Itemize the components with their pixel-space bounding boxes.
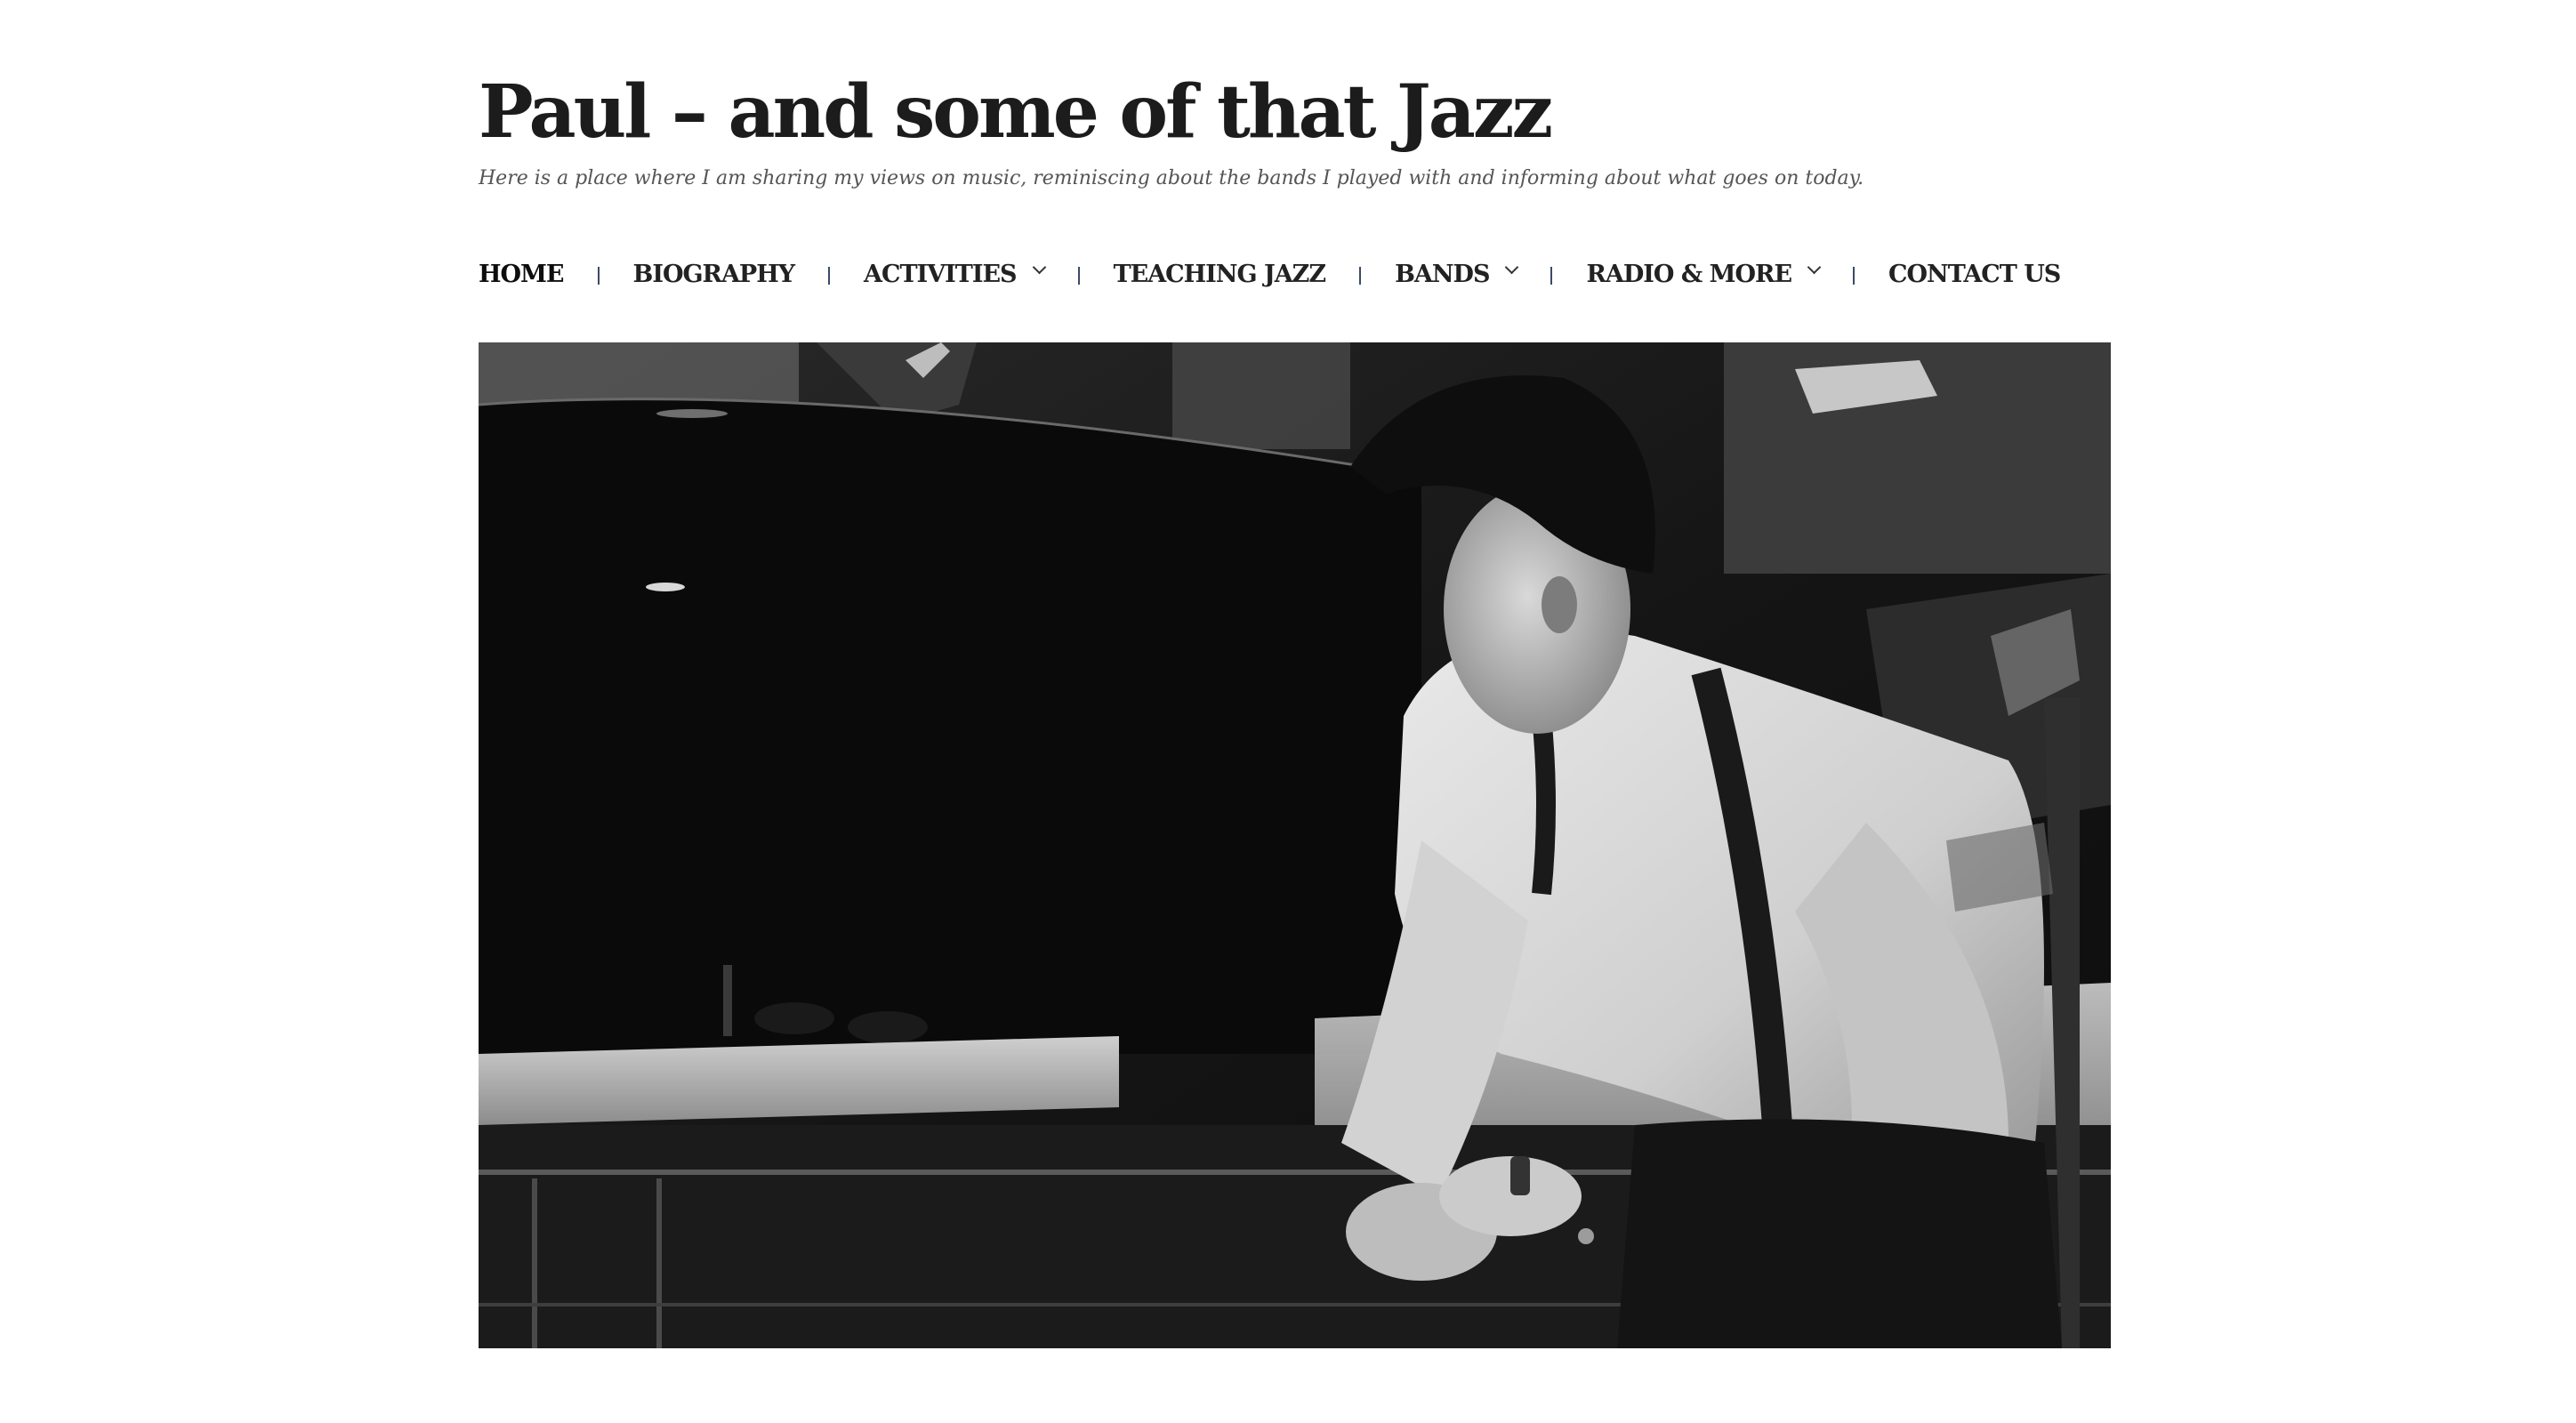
nav-item-radio-and-more[interactable]: RADIO & MORE (1586, 260, 1822, 288)
nav-separator (1359, 267, 1362, 285)
nav-separator (1077, 267, 1080, 285)
nav-item-teaching-jazz[interactable]: TEACHING JAZZ (1113, 260, 1327, 288)
jazz-pianist-photo (479, 342, 2111, 1348)
nav-item-label: HOME (479, 260, 564, 288)
nav-separator (1550, 267, 1553, 285)
chevron-down-icon[interactable] (1505, 260, 1519, 274)
hero-image (479, 342, 2111, 1348)
chevron-down-icon[interactable] (1807, 260, 1822, 274)
nav-item-home[interactable]: HOME (479, 261, 564, 288)
nav-item-label: CONTACT US (1888, 260, 2061, 288)
nav-item-biography[interactable]: BIOGRAPHY (632, 260, 796, 288)
nav-item-label: TEACHING JAZZ (1113, 260, 1327, 288)
nav-separator (828, 267, 831, 285)
nav-item-label: RADIO & MORE (1586, 260, 1792, 288)
site-tagline: Here is a place where I am sharing my vi… (479, 167, 1864, 189)
nav-item-contact-us[interactable]: CONTACT US (1888, 260, 2061, 288)
nav-item-bands[interactable]: BANDS (1395, 260, 1519, 288)
nav-separator (597, 267, 600, 285)
nav-item-activities[interactable]: ACTIVITIES (864, 260, 1046, 288)
nav-item-label: BANDS (1395, 260, 1490, 288)
site-header: Paul – and some of that Jazz Here is a p… (479, 62, 2115, 192)
main-navigation: HOME BIOGRAPHY ACTIVITIES TEACHING JAZZ … (479, 249, 2061, 299)
nav-separator (1853, 267, 1856, 285)
site-title[interactable]: Paul – and some of that Jazz (479, 62, 2115, 162)
chevron-down-icon[interactable] (1032, 260, 1046, 274)
nav-item-label: ACTIVITIES (864, 260, 1018, 288)
nav-item-label: BIOGRAPHY (632, 260, 796, 288)
